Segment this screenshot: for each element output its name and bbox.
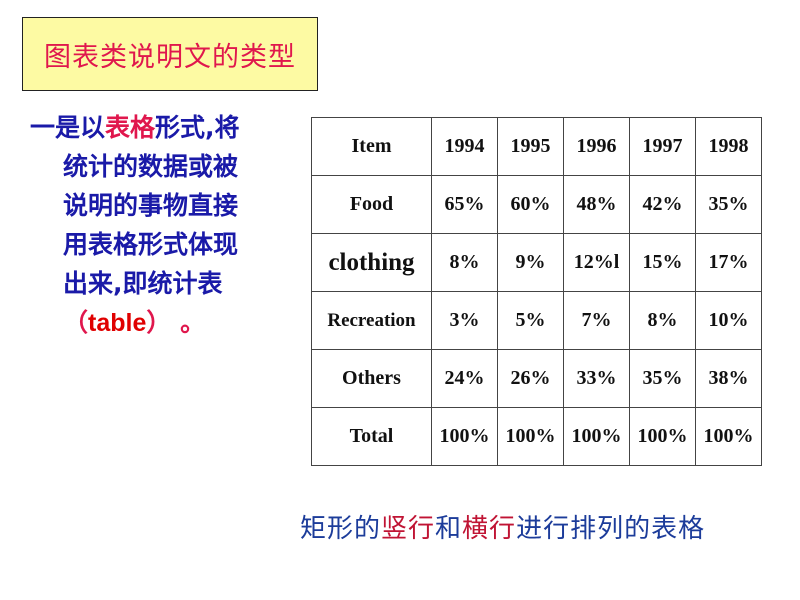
description-paragraph: 一是以表格形式,将 统计的数据或被 说明的事物直接 用表格形式体现 出来,即统计… [30, 108, 310, 343]
table-row-label: clothing [311, 233, 432, 292]
table-cell: 26% [497, 349, 564, 408]
paragraph-line-3: 说明的事物直接 [63, 191, 239, 220]
table-cell: 10% [695, 291, 762, 350]
table-cell: 8% [629, 291, 696, 350]
text-segment: （ [63, 308, 89, 337]
table-header-cell: Item [311, 117, 432, 176]
table-cell: 24% [431, 349, 498, 408]
table-cell: 35% [629, 349, 696, 408]
table-cell: 100% [497, 407, 564, 466]
table-header-cell: 1996 [563, 117, 630, 176]
paragraph-line-4: 用表格形式体现 [63, 230, 239, 259]
table-header-cell: 1998 [695, 117, 762, 176]
table-cell: 100% [431, 407, 498, 466]
table-cell: 17% [695, 233, 762, 292]
table-cell: 100% [695, 407, 762, 466]
table-cell: 60% [497, 175, 564, 234]
caption: 矩形的竖行和横行进行排列的表格 [300, 508, 705, 545]
caption-text: 和 [435, 514, 463, 544]
table-row: Total 100% 100% 100% 100% 100% [311, 407, 762, 466]
table-row-label: Recreation [311, 291, 432, 350]
slide-title: 图表类说明文的类型 [44, 41, 296, 73]
table-cell: 42% [629, 175, 696, 234]
table-cell: 48% [563, 175, 630, 234]
caption-text: 矩形的 [300, 514, 382, 544]
table-header-cell: 1995 [497, 117, 564, 176]
table-row: clothing 8% 9% 12%l 15% 17% [311, 233, 762, 292]
text-segment: 一是以 [30, 113, 106, 142]
table-cell: 100% [629, 407, 696, 466]
table-cell: 7% [563, 291, 630, 350]
caption-text: 进行排列的表格 [516, 514, 706, 544]
paragraph-line-1: 一是以表格形式,将 [30, 108, 310, 147]
table-header-cell: 1997 [629, 117, 696, 176]
paragraph-line-2: 统计的数据或被 [63, 152, 239, 181]
caption-highlight: 横行 [462, 514, 517, 544]
caption-highlight: 竖行 [381, 514, 436, 544]
table-row: Recreation 3% 5% 7% 8% 10% [311, 291, 762, 350]
table-header-row: Item 1994 1995 1996 1997 1998 [311, 117, 762, 176]
table-cell: 35% [695, 175, 762, 234]
table-cell: 3% [431, 291, 498, 350]
table-cell: 33% [563, 349, 630, 408]
table-cell: 15% [629, 233, 696, 292]
table-cell: 8% [431, 233, 498, 292]
table-cell: 5% [497, 291, 564, 350]
table-row-label: Food [311, 175, 432, 234]
paragraph-line-5: 出来,即统计表 [63, 269, 223, 298]
table-row: Others 24% 26% 33% 35% 38% [311, 349, 762, 408]
highlight-text: 表格 [105, 113, 156, 142]
table-header-cell: 1994 [431, 117, 498, 176]
table-row-label: Total [311, 407, 432, 466]
statistics-table: Item 1994 1995 1996 1997 1998 Food 65% 60% 48% 42%… [311, 117, 762, 466]
text-segment: 形式,将 [155, 113, 240, 142]
table-cell: 65% [431, 175, 498, 234]
table-cell: 12%l [563, 233, 630, 292]
title-box: 图表类说明文的类型 [22, 17, 318, 91]
table-row: Food 65% 60% 48% 42% 35% [311, 175, 762, 234]
text-segment: ） 。 [146, 308, 206, 337]
paragraph-line-6: （table） 。 [30, 303, 310, 343]
table-cell: 100% [563, 407, 630, 466]
table-word: table [88, 309, 147, 337]
table-row-label: Others [311, 349, 432, 408]
table-cell: 9% [497, 233, 564, 292]
table-cell: 38% [695, 349, 762, 408]
